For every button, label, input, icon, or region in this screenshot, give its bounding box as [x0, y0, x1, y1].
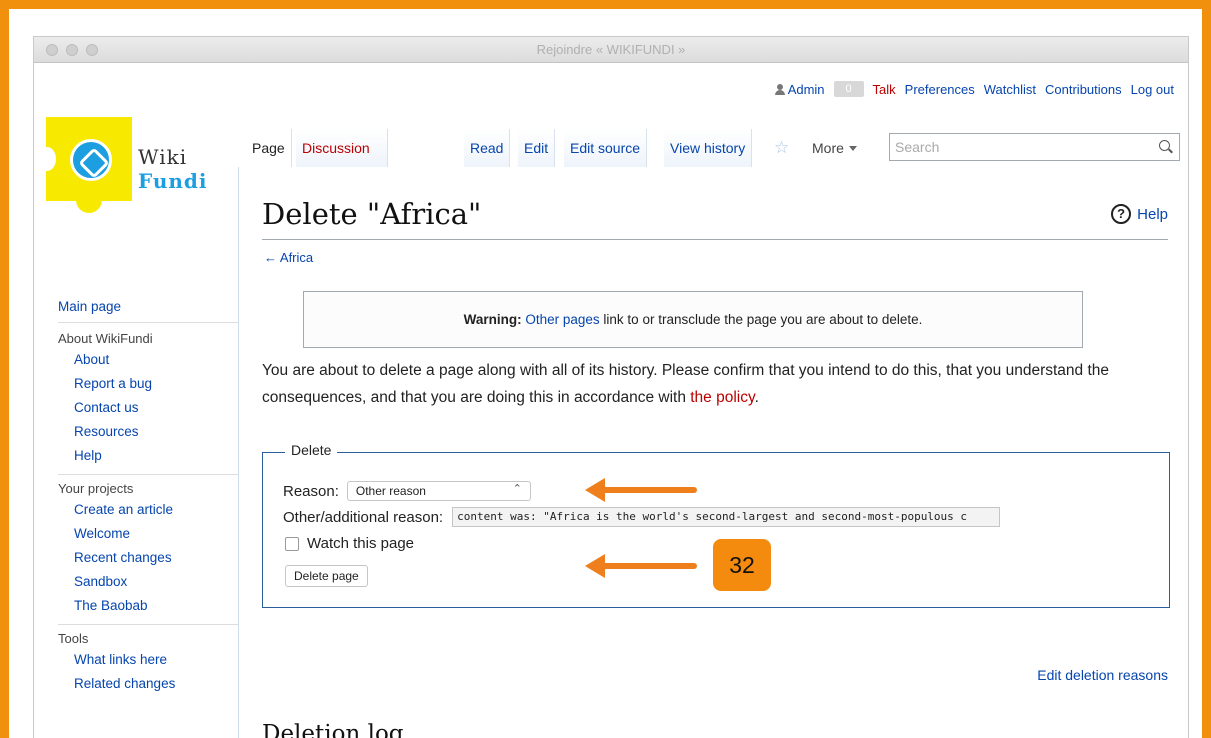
help-link[interactable]: ? Help [1111, 204, 1168, 224]
intro-end: . [754, 389, 759, 406]
notifications-badge[interactable]: 0 [833, 81, 864, 97]
sidebar-heading-about: About WikiFundi [58, 331, 153, 346]
sidebar-item-create-article[interactable]: Create an article [58, 498, 238, 522]
sidebar-group-projects: Your projects Create an article Welcome … [58, 481, 238, 625]
sidebar-item-sandbox[interactable]: Sandbox [58, 570, 238, 594]
browser-window: Rejoindre « WIKIFUNDI » Admin 0 Talk Pre… [33, 36, 1189, 738]
intro-paragraph: You are about to delete a page along wit… [262, 357, 1142, 411]
title-divider [262, 239, 1168, 240]
step-number-badge: 32 [713, 539, 771, 591]
sidebar-group-tools: Tools What links here Related changes [58, 631, 238, 696]
watch-label[interactable]: Watch this page [307, 535, 414, 552]
sidebar-item-about[interactable]: About [58, 348, 238, 372]
delete-page-button[interactable]: Delete page [285, 565, 368, 587]
search-input[interactable]: Search [889, 133, 1180, 161]
user-link[interactable]: Admin [774, 81, 825, 97]
contributions-link[interactable]: Contributions [1045, 82, 1122, 97]
sidebar-item-baobab[interactable]: The Baobab [58, 594, 238, 618]
tab-discussion[interactable]: Discussion [296, 129, 388, 167]
tab-edit-source[interactable]: Edit source [564, 129, 648, 167]
puzzle-knob [38, 147, 56, 171]
reason-row: Reason: Other reason [283, 480, 531, 501]
watchlist-link[interactable]: Watchlist [984, 82, 1036, 97]
watch-star-icon[interactable]: ☆ [774, 129, 789, 167]
sidebar-item-report-bug[interactable]: Report a bug [58, 372, 238, 396]
tab-view-history[interactable]: View history [664, 129, 753, 167]
window-title: Rejoindre « WIKIFUNDI » [536, 42, 686, 57]
back-link[interactable]: ← Africa [264, 250, 313, 265]
search-placeholder: Search [895, 139, 940, 155]
logo-emblem-icon [70, 139, 112, 181]
reason-select[interactable]: Other reason [346, 480, 531, 501]
annotation-arrow-delete [585, 554, 697, 578]
sidebar-item-resources[interactable]: Resources [58, 420, 238, 444]
other-reason-input[interactable]: content was: "Africa is the world's seco… [452, 507, 1001, 527]
personal-tools: Admin 0 Talk Preferences Watchlist Contr… [774, 81, 1174, 97]
other-pages-link[interactable]: Other pages [525, 312, 599, 327]
help-label: Help [1137, 205, 1168, 223]
edit-deletion-reasons-link[interactable]: Edit deletion reasons [1037, 667, 1168, 683]
user-icon [774, 83, 785, 95]
sidebar-item-help[interactable]: Help [58, 444, 238, 468]
sidebar-item-contact[interactable]: Contact us [58, 396, 238, 420]
tab-page[interactable]: Page [246, 129, 292, 167]
tab-read[interactable]: Read [464, 129, 511, 167]
logo-text-fundi: Fundi [138, 169, 208, 193]
other-reason-row: Other/additional reason: content was: "A… [283, 507, 1001, 527]
deletion-log-heading: Deletion log [262, 721, 404, 738]
more-menu[interactable]: More [812, 129, 857, 167]
wikifundi-logo[interactable]: Wiki Fundi [38, 117, 226, 227]
sidebar-item-recent-changes[interactable]: Recent changes [58, 546, 238, 570]
sidebar-item-main-page[interactable]: Main page [58, 299, 238, 323]
help-icon: ? [1111, 204, 1132, 224]
annotation-arrow-reason [585, 478, 697, 502]
content-area: Delete "Africa" ? Help ← Africa Warning:… [238, 167, 1170, 738]
intro-text: You are about to delete a page along wit… [262, 362, 1110, 406]
title-bar: Rejoindre « WIKIFUNDI » [34, 37, 1188, 63]
sidebar-heading-tools: Tools [58, 631, 89, 646]
search-icon[interactable] [1159, 140, 1173, 154]
reason-label: Reason: [283, 482, 339, 500]
puzzle-tab [76, 195, 102, 213]
talk-link[interactable]: Talk [873, 82, 896, 97]
sidebar-item-what-links-here[interactable]: What links here [58, 648, 238, 672]
preferences-link[interactable]: Preferences [905, 82, 975, 97]
logo-text-wiki: Wiki [138, 145, 188, 169]
sidebar-heading-projects: Your projects [58, 481, 134, 496]
policy-link[interactable]: the policy [690, 389, 754, 406]
sidebar-item-welcome[interactable]: Welcome [58, 522, 238, 546]
page-title: Delete "Africa" [262, 197, 482, 231]
user-name: Admin [787, 81, 825, 97]
tab-edit[interactable]: Edit [518, 129, 556, 167]
warning-text: link to or transclude the page you are a… [599, 312, 923, 327]
sidebar-item-related-changes[interactable]: Related changes [58, 672, 238, 696]
page-tabs: Page Discussion Read Edit Edit source Vi… [238, 129, 1182, 167]
fieldset-legend: Delete [285, 442, 338, 458]
watch-row: Watch this page [285, 535, 414, 552]
watch-checkbox[interactable] [285, 536, 299, 551]
sidebar: Main page About WikiFundi About Report a… [58, 299, 238, 696]
warning-box: Warning: Other pages link to or transclu… [303, 291, 1083, 348]
sidebar-group-about: About WikiFundi About Report a bug Conta… [58, 331, 238, 475]
other-reason-label: Other/additional reason: [283, 508, 444, 526]
warning-label: Warning: [463, 312, 522, 327]
logout-link[interactable]: Log out [1131, 82, 1174, 97]
